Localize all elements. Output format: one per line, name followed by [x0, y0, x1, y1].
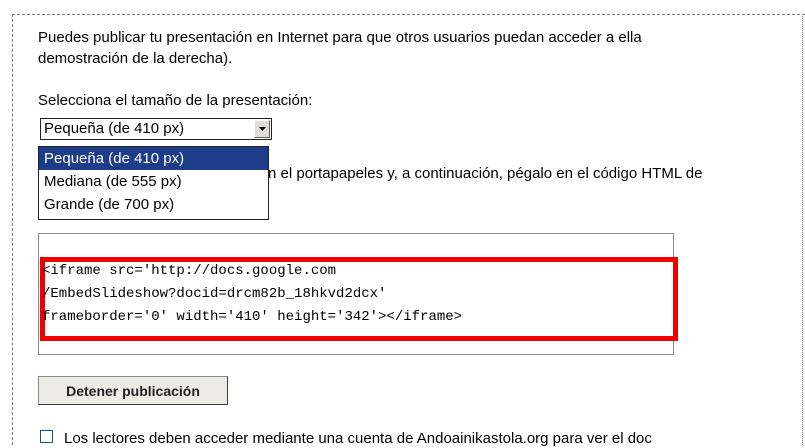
size-label: Selecciona el tamaño de la presentación:	[38, 92, 313, 109]
embed-code-line2: /EmbedSlideshow?docid=drcm82b_18hkvd2dcx…	[42, 286, 387, 302]
size-dropdown-list: Pequeña (de 410 px) Mediana (de 555 px) …	[38, 146, 269, 220]
section-border-left	[12, 14, 13, 445]
size-option-small[interactable]: Pequeña (de 410 px)	[39, 147, 268, 170]
access-checkbox-label: Los lectores deben acceder mediante una …	[64, 430, 652, 447]
embed-code-line3: frameborder='0' width='410' height='342'…	[42, 309, 463, 325]
access-checkbox[interactable]	[40, 430, 53, 443]
size-select-value: Pequeña (de 410 px)	[44, 120, 185, 137]
section-border-top	[12, 14, 805, 15]
intro-text-line1: Puedes publicar tu presentación en Inter…	[38, 29, 642, 46]
size-option-medium[interactable]: Mediana (de 555 px)	[39, 170, 268, 193]
size-select[interactable]: Pequeña (de 410 px)	[40, 118, 272, 140]
stop-publishing-button[interactable]: Detener publicación	[38, 376, 228, 405]
section-border-right	[802, 14, 803, 445]
size-option-large[interactable]: Grande (de 700 px)	[39, 193, 268, 216]
intro-text-line2: demostración de la derecha).	[38, 50, 233, 67]
dropdown-arrow-icon[interactable]	[254, 120, 270, 138]
embed-code-line1: <iframe src='http://docs.google.com	[42, 263, 337, 279]
copy-instruction-text: n el portapapeles y, a continuación, pég…	[268, 165, 703, 182]
